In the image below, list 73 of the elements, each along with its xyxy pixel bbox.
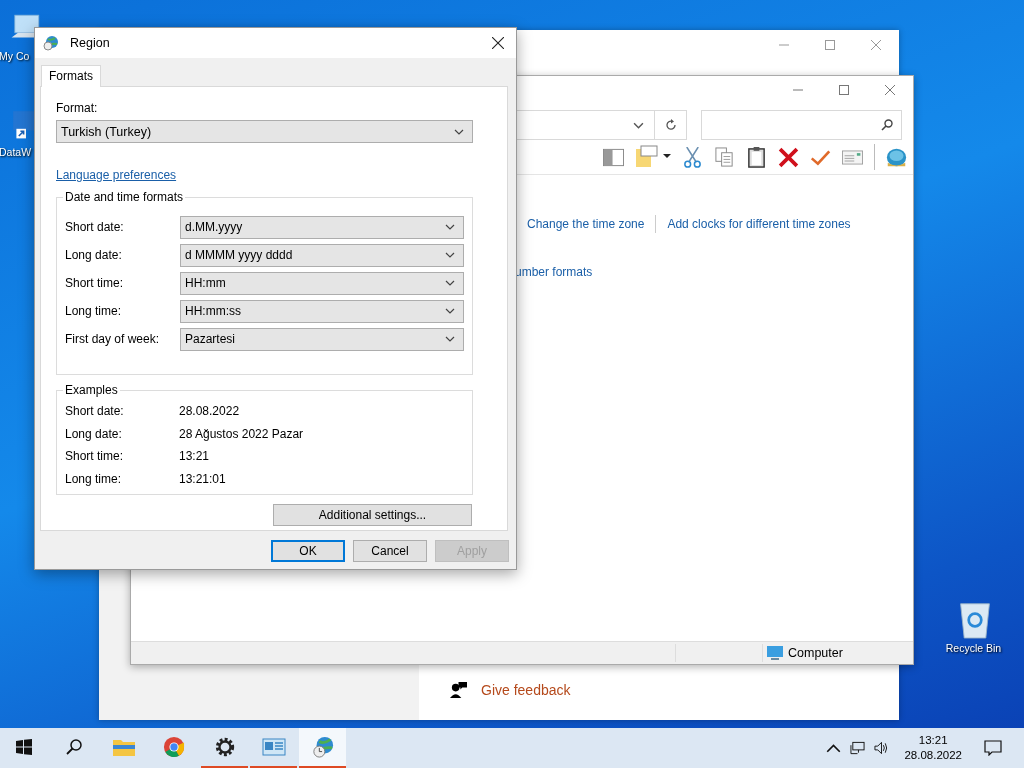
field-label: Short time: — [65, 276, 125, 290]
example-label: Long time: — [65, 471, 123, 486]
browser-icon — [162, 736, 186, 758]
group-title: Date and time formats — [63, 190, 186, 204]
give-feedback-link[interactable]: Give feedback — [481, 681, 571, 698]
example-value: 28 Ağustos 2022 Pazar — [179, 426, 304, 441]
folder-note-icon[interactable] — [635, 145, 671, 169]
refresh-icon — [664, 119, 677, 131]
desktop-icon-label[interactable]: My Co — [0, 50, 30, 62]
copy-icon[interactable] — [714, 146, 735, 168]
format-dropdown[interactable]: Pazartesi — [180, 327, 464, 351]
example-value: 13:21 — [179, 449, 210, 464]
recycle-bin-icon[interactable] — [957, 600, 993, 640]
maximize-icon — [825, 40, 835, 50]
status-text: Computer — [788, 646, 843, 660]
network-icon[interactable] — [850, 741, 866, 755]
chevron-icon — [445, 308, 455, 314]
chevron-icon — [454, 128, 464, 135]
region-taskbar-button[interactable] — [299, 728, 346, 768]
field-label: First day of week: — [65, 332, 161, 346]
chevron-icon — [445, 336, 455, 342]
close-icon — [871, 40, 881, 50]
dialog-button[interactable]: OK — [271, 540, 345, 562]
clock[interactable]: 13:21 28.08.2022 — [898, 728, 974, 768]
desktop-icon-label[interactable]: Recycle Bin — [945, 642, 1002, 654]
scissors-icon[interactable] — [682, 146, 703, 168]
close-icon — [885, 85, 895, 95]
dialog-button[interactable]: Cancel — [353, 540, 427, 562]
group-title: Examples — [63, 383, 120, 397]
format-dropdown[interactable]: d.MM.yyyy — [180, 215, 464, 239]
field-label: Long date: — [65, 248, 123, 262]
formats-tab[interactable]: Formats — [41, 65, 101, 87]
feedback-icon — [450, 681, 467, 698]
close-icon — [492, 37, 504, 49]
shell-icon[interactable] — [886, 146, 907, 168]
format-dropdown[interactable]: HH:mm:ss — [180, 299, 464, 323]
field-label: Short date: — [65, 220, 125, 234]
search-field[interactable] — [701, 110, 902, 140]
example-label: Long date: — [65, 426, 123, 441]
maximize-icon — [839, 85, 849, 95]
windows-logo-icon — [16, 739, 32, 755]
window-title: Region — [70, 36, 111, 50]
chevron-icon — [445, 280, 455, 286]
format-dropdown[interactable]: Turkish (Turkey) — [56, 120, 473, 143]
example-label: Short time: — [65, 449, 125, 464]
example-value: 13:21:01 — [179, 471, 226, 486]
refresh-button[interactable] — [655, 110, 687, 140]
search-icon — [881, 119, 893, 131]
format-label: Format: — [56, 101, 99, 115]
chevron-icon — [445, 252, 455, 258]
example-label: Short date: — [65, 404, 125, 419]
chevron-up-icon[interactable] — [826, 741, 842, 755]
globe-clock-icon — [43, 35, 59, 51]
field-label: Long time: — [65, 304, 123, 318]
task-link[interactable]: Add clocks for different time zones — [667, 217, 851, 231]
clipboard-icon[interactable] — [746, 146, 767, 168]
monitor-icon — [767, 646, 783, 660]
chevron-icon — [445, 224, 455, 230]
additional-settings-button[interactable]: Additional settings... — [273, 504, 472, 526]
notification-icon[interactable] — [984, 740, 1002, 756]
preview-pane-icon[interactable] — [603, 146, 624, 168]
format-dropdown[interactable]: d MMMM yyyy dddd — [180, 243, 464, 267]
volume-icon[interactable] — [874, 741, 890, 755]
delete-icon[interactable] — [778, 146, 799, 168]
desktop-icon-label[interactable]: DataW — [0, 146, 32, 158]
search-icon — [66, 739, 82, 755]
format-dropdown[interactable]: HH:mm — [180, 271, 464, 295]
language-preferences-link[interactable]: Language preferences — [56, 168, 177, 182]
control-panel-icon — [261, 736, 286, 758]
globe-clock-icon — [310, 736, 335, 758]
example-value: 28.08.2022 — [179, 404, 240, 419]
chevron-icon[interactable] — [633, 121, 644, 129]
task-link[interactable]: Change the time zone — [527, 217, 645, 231]
